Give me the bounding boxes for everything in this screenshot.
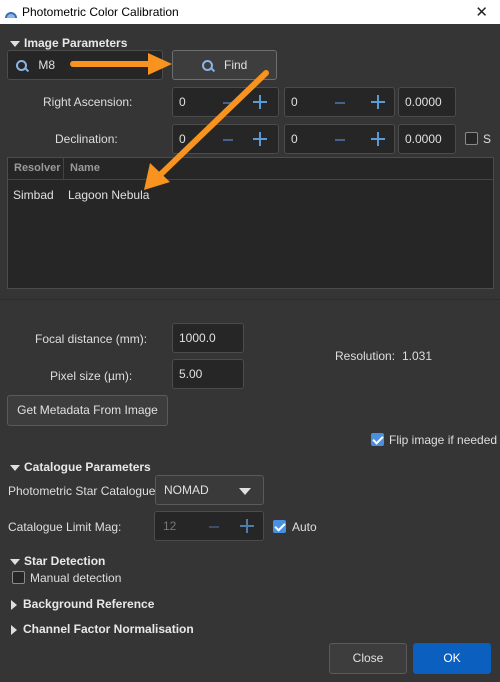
column-header-name[interactable]: Name: [70, 162, 100, 174]
catalogue-parameters-header[interactable]: Catalogue Parameters: [10, 460, 151, 474]
ra-minutes-spinbox[interactable]: 0: [284, 87, 395, 117]
manual-detection-label: Manual detection: [30, 571, 122, 585]
dec-south-checkbox[interactable]: [465, 132, 478, 145]
ok-label: OK: [443, 651, 461, 665]
ra-minutes-value: 0: [291, 95, 298, 109]
close-button[interactable]: Close: [329, 643, 407, 674]
find-button[interactable]: Find: [172, 50, 277, 80]
close-label: Close: [352, 651, 384, 665]
flip-image-checkbox[interactable]: [371, 433, 384, 446]
catalogue-dropdown[interactable]: NOMAD: [155, 475, 264, 505]
flip-image-label: Flip image if needed: [389, 433, 498, 447]
pixel-size-value: 5.00: [179, 367, 203, 381]
plus-icon[interactable]: [253, 132, 267, 146]
limit-mag-label: Catalogue Limit Mag:: [8, 520, 122, 534]
object-search-input[interactable]: M8: [7, 50, 163, 80]
image-parameters-header[interactable]: Image Parameters: [10, 36, 127, 50]
minus-icon[interactable]: [335, 102, 345, 104]
focal-distance-label: Focal distance (mm):: [35, 332, 148, 346]
manual-detection-checkbox[interactable]: [12, 571, 25, 584]
limit-mag-value: 12: [163, 519, 177, 533]
resolution-label: Resolution:: [335, 349, 396, 363]
app-icon: [5, 12, 17, 18]
dec-label: Declination:: [55, 132, 118, 146]
background-reference-label: Background Reference: [23, 597, 155, 611]
collapse-arrow-icon: [10, 40, 20, 47]
expand-arrow-icon: [11, 599, 17, 610]
star-detection-header[interactable]: Star Detection: [10, 554, 105, 568]
catalogue-value: NOMAD: [164, 483, 209, 497]
row-resolver-cell: Simbad: [13, 188, 54, 202]
search-icon: [16, 60, 27, 72]
window-title: Photometric Color Calibration: [22, 5, 179, 19]
dec-minutes-spinbox[interactable]: 0: [284, 124, 395, 154]
column-header-resolver[interactable]: Resolver: [14, 162, 60, 174]
catalogue-label: Photometric Star Catalogue:: [8, 484, 159, 498]
auto-label: Auto: [292, 520, 317, 534]
channel-factor-header[interactable]: Channel Factor Normalisation: [11, 622, 194, 636]
dec-minutes-value: 0: [291, 132, 298, 146]
table-header: Resolver Name: [8, 158, 493, 180]
dropdown-arrow-icon: [239, 488, 251, 495]
minus-icon[interactable]: [209, 526, 219, 528]
dec-seconds-value: 0.0000: [405, 132, 442, 146]
pixel-size-label: Pixel size (µm):: [50, 369, 133, 383]
limit-mag-spinbox[interactable]: 12: [154, 511, 264, 541]
focal-distance-value: 1000.0: [179, 331, 216, 345]
pixel-size-input[interactable]: 5.00: [172, 359, 244, 389]
auto-checkbox[interactable]: [273, 520, 286, 533]
close-icon[interactable]: ✕: [475, 3, 488, 21]
collapse-arrow-icon: [10, 558, 20, 565]
star-detection-label: Star Detection: [24, 554, 106, 568]
plus-icon[interactable]: [240, 519, 254, 533]
minus-icon[interactable]: [223, 139, 233, 141]
dialog-body: Image Parameters M8 Find Right Ascension…: [0, 24, 500, 682]
plus-icon[interactable]: [371, 95, 385, 109]
catalogue-parameters-label: Catalogue Parameters: [24, 460, 151, 474]
ok-button[interactable]: OK: [413, 643, 491, 674]
resolution-value: 1.031: [402, 349, 433, 363]
search-icon: [201, 60, 213, 72]
dec-degrees-value: 0: [179, 132, 186, 146]
ra-hours-value: 0: [179, 95, 186, 109]
ra-hours-spinbox[interactable]: 0: [172, 87, 279, 117]
minus-icon[interactable]: [335, 139, 345, 141]
row-name-cell: Lagoon Nebula: [68, 188, 150, 202]
plus-icon[interactable]: [371, 132, 385, 146]
ra-seconds-input[interactable]: 0.0000: [398, 87, 456, 117]
section-divider: [0, 299, 500, 300]
channel-factor-label: Channel Factor Normalisation: [23, 622, 194, 636]
dec-seconds-input[interactable]: 0.0000: [398, 124, 456, 154]
background-reference-header[interactable]: Background Reference: [11, 597, 154, 611]
collapse-arrow-icon: [10, 464, 20, 471]
find-label: Find: [224, 58, 248, 72]
title-bar: Photometric Color Calibration ✕: [0, 0, 500, 24]
dec-south-label: S: [483, 132, 492, 146]
ra-seconds-value: 0.0000: [405, 95, 442, 109]
get-metadata-label: Get Metadata From Image: [17, 403, 158, 417]
minus-icon[interactable]: [223, 102, 233, 104]
expand-arrow-icon: [11, 624, 17, 635]
focal-distance-input[interactable]: 1000.0: [172, 323, 244, 353]
get-metadata-button[interactable]: Get Metadata From Image: [7, 395, 168, 426]
plus-icon[interactable]: [253, 95, 267, 109]
image-parameters-label: Image Parameters: [24, 36, 128, 50]
column-divider: [63, 158, 64, 179]
object-search-value: M8: [38, 58, 56, 72]
ra-label: Right Ascension:: [43, 95, 133, 109]
resolver-table[interactable]: Resolver Name Simbad Lagoon Nebula: [7, 157, 494, 289]
dec-degrees-spinbox[interactable]: 0: [172, 124, 279, 154]
